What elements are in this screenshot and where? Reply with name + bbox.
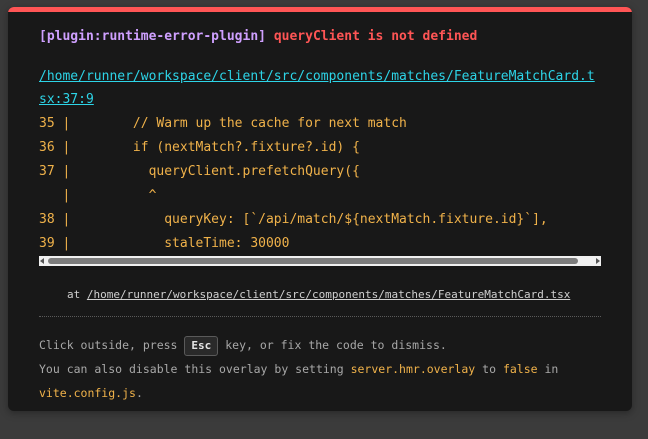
error-text: queryClient is not defined bbox=[273, 29, 478, 44]
config-file: vite.config.js bbox=[39, 386, 136, 400]
stack-prefix: at bbox=[67, 288, 81, 301]
scroll-right-arrow-icon[interactable] bbox=[596, 258, 600, 264]
dismiss-tip: Click outside, press Esc key, or fix the… bbox=[39, 333, 602, 405]
code-frame: 35 | // Warm up the cache for next match… bbox=[39, 112, 602, 256]
error-file-link[interactable]: /home/runner/workspace/client/src/compon… bbox=[39, 65, 595, 111]
code-line: 39 | staleTime: 30000 bbox=[39, 236, 290, 251]
tip-text: key, or fix the code to dismiss. bbox=[225, 338, 447, 352]
code-caret-line: | ^ bbox=[39, 188, 157, 203]
code-line: 35 | // Warm up the cache for next match bbox=[39, 116, 407, 131]
tip-line-1: Click outside, press Esc key, or fix the… bbox=[39, 333, 602, 357]
code-line: 37 | queryClient.prefetchQuery({ bbox=[39, 164, 360, 179]
setting-value: false bbox=[502, 362, 538, 376]
error-accent-bar bbox=[8, 7, 632, 12]
hmr-setting: server.hmr.overlay bbox=[350, 362, 476, 376]
code-line: 38 | queryKey: [`/api/match/${nextMatch.… bbox=[39, 212, 548, 227]
horizontal-scrollbar[interactable] bbox=[39, 256, 601, 266]
scrollbar-thumb[interactable] bbox=[48, 258, 578, 264]
tip-text: in bbox=[544, 362, 559, 376]
divider bbox=[39, 316, 601, 317]
tip-line-2: You can also disable this overlay by set… bbox=[39, 357, 602, 381]
tip-line-3: vite.config.js. bbox=[39, 381, 602, 405]
error-message: [plugin:runtime-error-plugin] queryClien… bbox=[39, 27, 602, 47]
error-overlay-window: [plugin:runtime-error-plugin] queryClien… bbox=[8, 7, 632, 411]
plugin-name: [plugin:runtime-error-plugin] bbox=[39, 29, 266, 44]
tip-text: You can also disable this overlay by set… bbox=[39, 362, 344, 376]
esc-key: Esc bbox=[184, 336, 219, 356]
tip-text: to bbox=[482, 362, 496, 376]
tip-text: Click outside, press bbox=[39, 338, 178, 352]
error-content: [plugin:runtime-error-plugin] queryClien… bbox=[39, 27, 602, 405]
code-line: 36 | if (nextMatch?.fixture?.id) { bbox=[39, 140, 360, 155]
stack-trace: at /home/runner/workspace/client/src/com… bbox=[39, 288, 602, 302]
stack-file-link[interactable]: /home/runner/workspace/client/src/compon… bbox=[87, 288, 570, 301]
tip-text: . bbox=[135, 386, 143, 400]
scroll-left-arrow-icon[interactable] bbox=[40, 258, 44, 264]
